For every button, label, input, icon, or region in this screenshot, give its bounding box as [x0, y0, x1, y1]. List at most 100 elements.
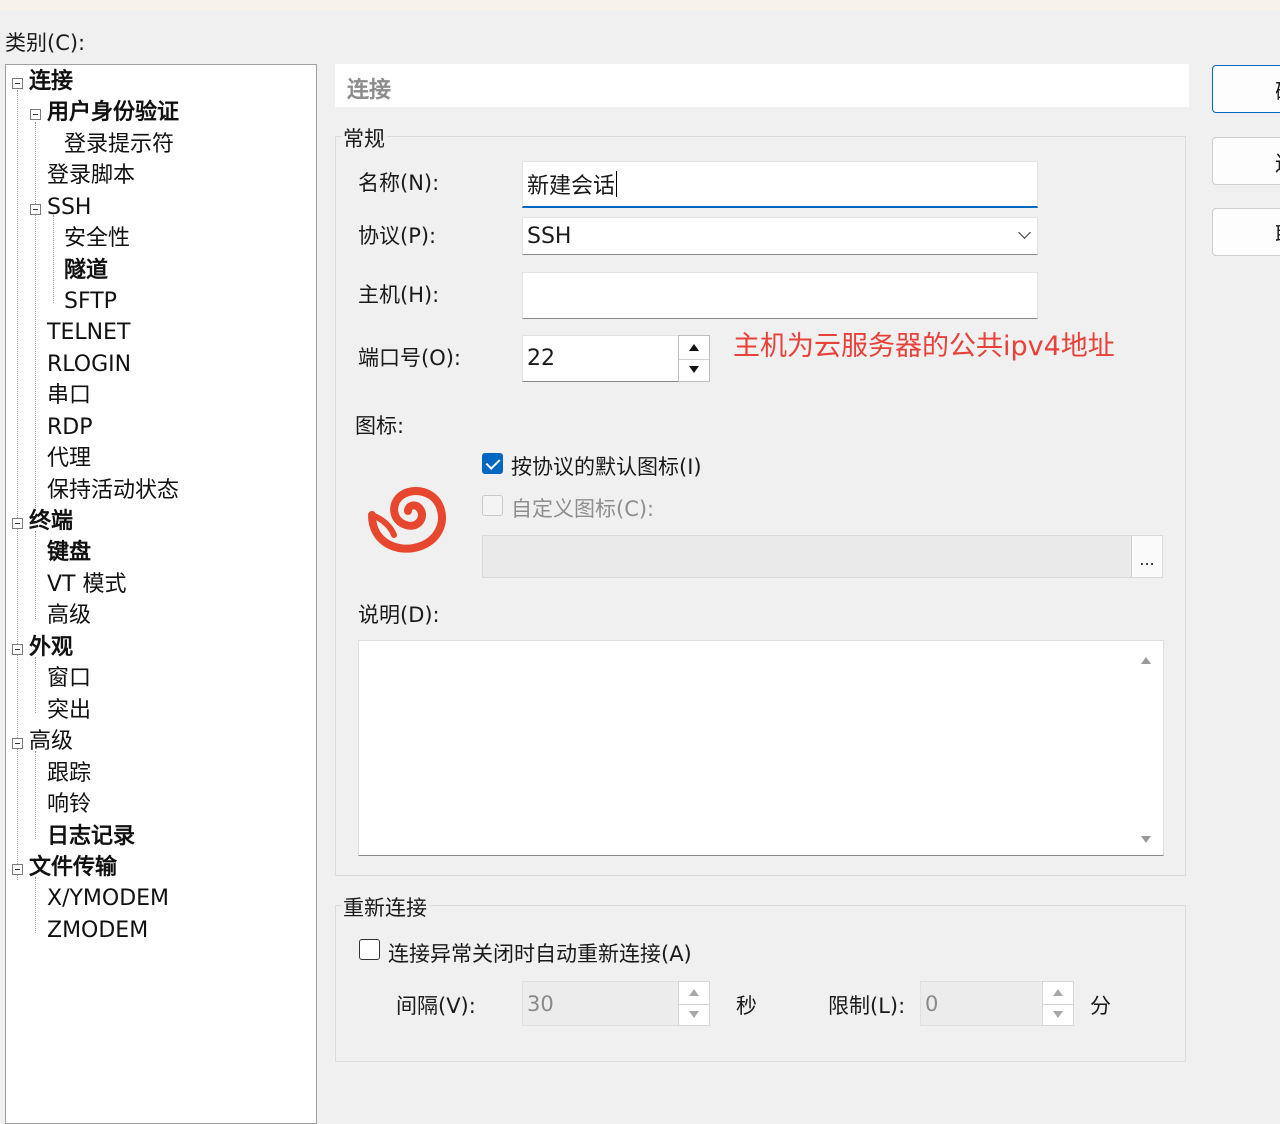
port-input-value: 22: [527, 346, 555, 371]
limit-label: 限制(L):: [828, 994, 906, 1018]
host-input[interactable]: [522, 272, 1038, 319]
tree-item-tunnel[interactable]: 隧道: [64, 256, 108, 286]
description-label: 说明(D):: [358, 603, 440, 627]
tree-item-window[interactable]: 窗口: [47, 664, 91, 694]
port-label: 端口号(O):: [358, 346, 461, 370]
tree-item-proxy[interactable]: 代理: [47, 444, 91, 474]
limit-input[interactable]: 0: [920, 981, 1044, 1026]
tree-item-ssh[interactable]: SSH: [47, 193, 91, 223]
tree-item-terminal-advanced[interactable]: 高级: [47, 601, 91, 631]
tree-item-xymodem[interactable]: X/YMODEM: [47, 884, 169, 914]
default-icon-checkbox[interactable]: [482, 453, 503, 474]
port-spin-up[interactable]: [679, 336, 709, 360]
cancel-button[interactable]: 取: [1212, 208, 1280, 256]
protocol-logo-icon: [368, 487, 446, 553]
tree-item-keepalive[interactable]: 保持活动状态: [47, 476, 179, 506]
scroll-up-icon[interactable]: [1141, 657, 1151, 664]
tree-item-security[interactable]: 安全性: [64, 224, 130, 254]
tree-item-rdp[interactable]: RDP: [47, 413, 93, 443]
protocol-select-value: SSH: [527, 223, 572, 249]
port-spin-down[interactable]: [679, 359, 709, 382]
interval-input[interactable]: 30: [522, 981, 680, 1026]
limit-spinner[interactable]: [1042, 981, 1074, 1026]
connect-button-label: 连: [1275, 148, 1280, 178]
tree-line: [17, 90, 18, 880]
port-input[interactable]: 22: [522, 335, 680, 382]
host-annotation: 主机为云服务器的公共ipv4地址: [733, 331, 1115, 362]
tree-item-connection[interactable]: 连接: [29, 67, 73, 97]
interval-unit: 秒: [736, 994, 757, 1018]
interval-label: 间隔(V):: [396, 994, 476, 1018]
collapse-toggle-auth[interactable]: [30, 109, 41, 120]
arrow-down-icon: [689, 1010, 699, 1018]
tree-item-advanced[interactable]: 高级: [29, 727, 73, 757]
port-spinner[interactable]: [678, 335, 710, 382]
tree-item-login-prompt[interactable]: 登录提示符: [64, 130, 174, 160]
protocol-select[interactable]: SSH: [522, 217, 1038, 255]
tree-line: [35, 751, 36, 839]
default-icon-label[interactable]: 按协议的默认图标(I): [511, 451, 702, 481]
category-tree[interactable]: 连接 用户身份验证 登录提示符 登录脚本 SSH 安全性 隧道 SFTP TEL…: [5, 64, 317, 1124]
category-label: 类别(C):: [5, 31, 86, 55]
collapse-toggle-file-transfer[interactable]: [12, 864, 23, 875]
icon-label: 图标:: [355, 414, 405, 438]
tree-item-sftp[interactable]: SFTP: [64, 287, 117, 317]
name-input[interactable]: 新建会话: [522, 161, 1038, 208]
tree-line: [35, 122, 36, 510]
tree-item-logging[interactable]: 日志记录: [47, 822, 135, 852]
tree-item-serial[interactable]: 串口: [47, 381, 91, 411]
chevron-down-icon: [1018, 226, 1031, 239]
arrow-up-icon: [1053, 989, 1063, 997]
name-label: 名称(N):: [358, 171, 440, 195]
custom-icon-path-field[interactable]: ...: [482, 535, 1163, 578]
connect-button[interactable]: 连: [1212, 137, 1280, 185]
tree-item-zmodem[interactable]: ZMODEM: [47, 916, 148, 946]
scroll-down-icon[interactable]: [1141, 836, 1151, 843]
arrow-up-icon: [689, 343, 699, 351]
tree-item-file-transfer[interactable]: 文件传输: [29, 853, 117, 883]
auto-reconnect-label[interactable]: 连接异常关闭时自动重新连接(A): [388, 938, 692, 968]
description-textarea[interactable]: [358, 640, 1164, 856]
tree-item-appearance[interactable]: 外观: [29, 633, 73, 663]
arrow-down-icon: [689, 366, 699, 374]
tree-item-keyboard[interactable]: 键盘: [47, 538, 91, 568]
text-caret: [616, 171, 618, 197]
arrow-down-icon: [1053, 1010, 1063, 1018]
tree-item-vt-mode[interactable]: VT 模式: [47, 570, 126, 600]
collapse-toggle-appearance[interactable]: [12, 644, 23, 655]
limit-spin-down[interactable]: [1043, 1004, 1073, 1026]
panel-title: 连接: [347, 78, 392, 103]
tree-item-bell[interactable]: 响铃: [47, 790, 91, 820]
collapse-toggle-connection[interactable]: [12, 78, 23, 89]
tree-item-login-script[interactable]: 登录脚本: [47, 161, 135, 191]
interval-spinner[interactable]: [678, 981, 710, 1026]
custom-icon-checkbox[interactable]: [482, 495, 503, 516]
ok-button[interactable]: 确: [1212, 65, 1280, 113]
general-group-title: 常规: [341, 123, 387, 153]
custom-icon-label: 自定义图标(C):: [511, 497, 655, 521]
tree-line: [35, 531, 36, 619]
tree-item-auth[interactable]: 用户身份验证: [47, 98, 179, 128]
collapse-toggle-terminal[interactable]: [12, 518, 23, 529]
tree-item-rlogin[interactable]: RLOGIN: [47, 350, 131, 380]
ok-button-label: 确: [1275, 76, 1280, 106]
auto-reconnect-checkbox[interactable]: [359, 939, 380, 960]
interval-spin-up[interactable]: [679, 982, 709, 1005]
cancel-button-label: 取: [1275, 219, 1280, 249]
collapse-toggle-advanced[interactable]: [12, 738, 23, 749]
host-label: 主机(H):: [358, 283, 440, 307]
interval-input-value: 30: [527, 991, 554, 1016]
collapse-toggle-ssh[interactable]: [30, 204, 41, 215]
tree-item-telnet[interactable]: TELNET: [47, 318, 130, 348]
tree-line: [53, 215, 54, 303]
browse-button[interactable]: ...: [1131, 536, 1162, 577]
tree-item-terminal[interactable]: 终端: [29, 507, 73, 537]
limit-spin-up[interactable]: [1043, 982, 1073, 1005]
tree-line: [35, 877, 36, 933]
tree-line: [35, 657, 36, 713]
tree-item-highlight[interactable]: 突出: [47, 696, 91, 726]
interval-spin-down[interactable]: [679, 1004, 709, 1026]
tree-item-trace[interactable]: 跟踪: [47, 759, 91, 789]
limit-input-value: 0: [925, 991, 939, 1016]
protocol-label: 协议(P):: [358, 224, 437, 248]
